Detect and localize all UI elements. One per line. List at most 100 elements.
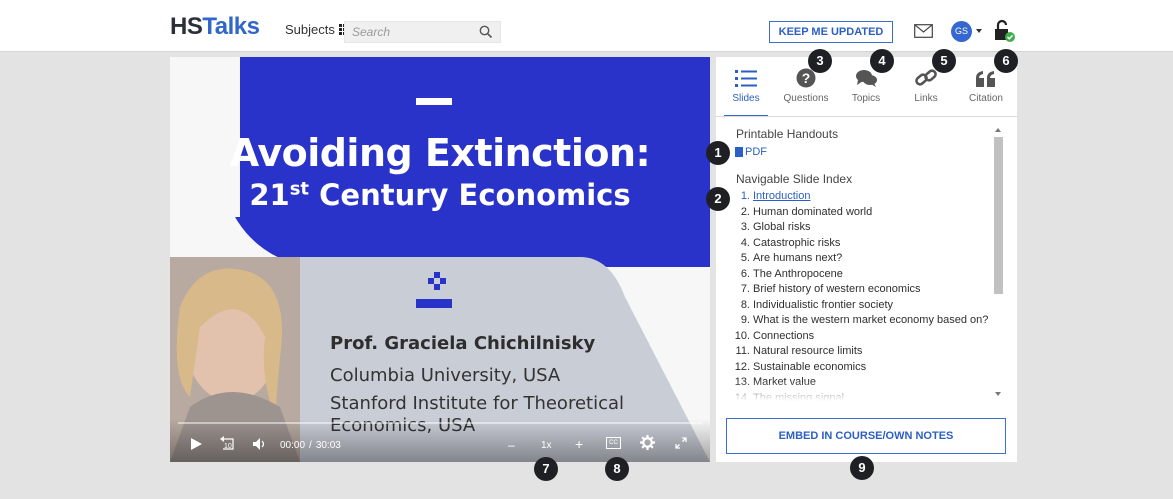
slide-number: 6. xyxy=(740,267,750,280)
printable-handouts-title: Printable Handouts xyxy=(736,127,839,141)
marker-2: 2 xyxy=(706,187,730,211)
time-display: 00:00/30:03 xyxy=(280,440,341,451)
slide-title: Brief history of western economics xyxy=(753,283,921,295)
slide-number: 7. xyxy=(740,283,750,295)
svg-text:?: ? xyxy=(802,70,811,86)
slide-number: 2. xyxy=(740,205,750,218)
slide-title: Sustainable economics xyxy=(753,360,867,373)
slide-index-title: Navigable Slide Index xyxy=(736,172,853,186)
search-input[interactable] xyxy=(345,22,475,42)
playback-speed[interactable]: 1x xyxy=(541,440,552,451)
search-box xyxy=(344,21,501,43)
slide-title: Catastrophic risks xyxy=(753,236,841,249)
fullscreen-icon[interactable] xyxy=(675,437,687,449)
tab-questions-label: Questions xyxy=(783,93,829,104)
speed-increase-button[interactable]: + xyxy=(575,436,583,452)
slides-panel: Printable Handouts PDF Navigable Slide I… xyxy=(716,117,1017,403)
slide-index-item[interactable]: 4. Catastrophic risks xyxy=(730,236,1000,252)
pdf-label: PDF xyxy=(745,146,767,158)
slide-index-item[interactable]: 9. What is the western market economy bas… xyxy=(730,313,1000,329)
slide-number: 9. xyxy=(740,314,750,326)
logo-hs: HS xyxy=(170,13,203,40)
pdf-file-icon xyxy=(735,147,743,157)
pdf-download-link[interactable]: PDF xyxy=(735,146,767,158)
slide-index-item[interactable]: 5. Are humans next? xyxy=(730,251,1000,267)
slide-number: 10. xyxy=(734,329,750,342)
embed-in-course-button[interactable]: EMBED IN COURSE/OWN NOTES xyxy=(726,418,1006,454)
slide-index-list: 1. Introduction 2. Human dominated world 3. G… xyxy=(730,189,1000,403)
marker-8: 8 xyxy=(605,457,629,481)
slide-title: What is the western market economy based… xyxy=(753,314,989,326)
scroll-up-arrow[interactable] xyxy=(995,128,1001,132)
slide-number: 12. xyxy=(734,360,750,373)
tab-slides-label: Slides xyxy=(732,93,760,104)
marker-5: 5 xyxy=(932,49,956,73)
slide-title-line1: Avoiding Extinction: xyxy=(229,131,651,175)
chain-link-icon xyxy=(915,69,937,86)
avatar[interactable]: GS xyxy=(951,21,972,42)
scroll-thumb[interactable] xyxy=(994,137,1003,294)
player-controls xyxy=(170,419,710,462)
slide-index-item[interactable]: 6. The Anthropocene xyxy=(730,267,1000,283)
marker-6: 6 xyxy=(994,49,1018,73)
title-ordinal: st xyxy=(289,178,310,200)
current-time: 00:00 xyxy=(280,440,306,451)
marker-9: 9 xyxy=(850,456,874,480)
slide-index-item[interactable]: 8. Individualistic frontier society xyxy=(730,298,1000,314)
search-icon[interactable] xyxy=(479,25,493,39)
marker-1: 1 xyxy=(706,141,730,165)
slide-title: Natural resource limits xyxy=(753,345,863,357)
tab-citation-label: Citation xyxy=(969,93,1003,104)
duration: 30:03 xyxy=(315,440,341,451)
slide-index-item[interactable]: 2. Human dominated world xyxy=(730,205,1000,221)
slide-index-item[interactable]: 10. Connections xyxy=(730,329,1000,345)
hstalks-logo[interactable]: HSTalks xyxy=(170,13,260,41)
envelope-icon[interactable] xyxy=(914,24,933,38)
gear-icon[interactable] xyxy=(640,435,655,450)
progress-bar[interactable] xyxy=(178,422,702,424)
slide-title: The Anthropocene xyxy=(753,267,843,280)
logo-talks: Talks xyxy=(202,13,260,40)
chevron-down-icon[interactable] xyxy=(976,29,982,33)
slide-index-item[interactable]: 1. Introduction xyxy=(730,189,1000,205)
slide-title: Introduction xyxy=(753,190,811,202)
captions-button[interactable]: CC xyxy=(606,437,621,449)
slide-title-line2: 21st Century Economics xyxy=(170,178,710,212)
title-number: 21 xyxy=(249,178,290,212)
subjects-menu[interactable]: Subjects xyxy=(285,22,350,37)
subjects-label: Subjects xyxy=(285,22,335,37)
slide-title: Connections xyxy=(753,329,815,342)
unlocked-padlock-icon[interactable] xyxy=(994,19,1016,43)
marker-4: 4 xyxy=(870,49,894,73)
slide-title: Global risks xyxy=(753,221,811,233)
slide-title: Individualistic frontier society xyxy=(753,298,894,311)
slide-index-item[interactable]: 11. Natural resource limits xyxy=(730,344,1000,360)
tab-slides[interactable]: Slides xyxy=(716,57,776,117)
video-player[interactable]: Avoiding Extinction: 21st Century Econom… xyxy=(170,57,710,462)
marker-7: 7 xyxy=(534,457,558,481)
play-icon[interactable] xyxy=(190,438,202,450)
slide-number: 1. xyxy=(740,190,750,202)
slide-number: 11. xyxy=(735,345,750,357)
top-header: HSTalks Subjects KEEP ME UPDATED GS xyxy=(0,0,1173,52)
scrollbar[interactable] xyxy=(993,125,1003,401)
tab-topics-label: Topics xyxy=(851,93,881,104)
replay-seconds: 10 xyxy=(224,443,232,450)
slide-index-item[interactable]: 7. Brief history of western economics xyxy=(730,282,1000,298)
list-icon xyxy=(735,70,757,87)
sidebar-tabs: Slides ? Questions Topics Links Citation xyxy=(716,57,1017,117)
time-separator: / xyxy=(309,440,312,451)
slide-index-item[interactable]: 3. Global risks xyxy=(730,220,1000,236)
slide-title: Are humans next? xyxy=(753,252,843,264)
slide-title: Human dominated world xyxy=(753,205,873,218)
speaker-name: Prof. Graciela Chichilnisky xyxy=(330,333,596,354)
slide-number: 3. xyxy=(740,221,750,233)
volume-icon[interactable] xyxy=(253,438,267,450)
scroll-down-arrow[interactable] xyxy=(995,392,1001,396)
slide-index-item[interactable]: 12. Sustainable economics xyxy=(730,360,1000,376)
keep-me-updated-button[interactable]: KEEP ME UPDATED xyxy=(769,21,893,43)
speed-decrease-button[interactable]: – xyxy=(508,438,515,452)
list-fade xyxy=(716,381,1001,403)
speaker-affiliation-1: Columbia University, USA xyxy=(330,365,561,386)
slide-number: 8. xyxy=(740,298,750,311)
